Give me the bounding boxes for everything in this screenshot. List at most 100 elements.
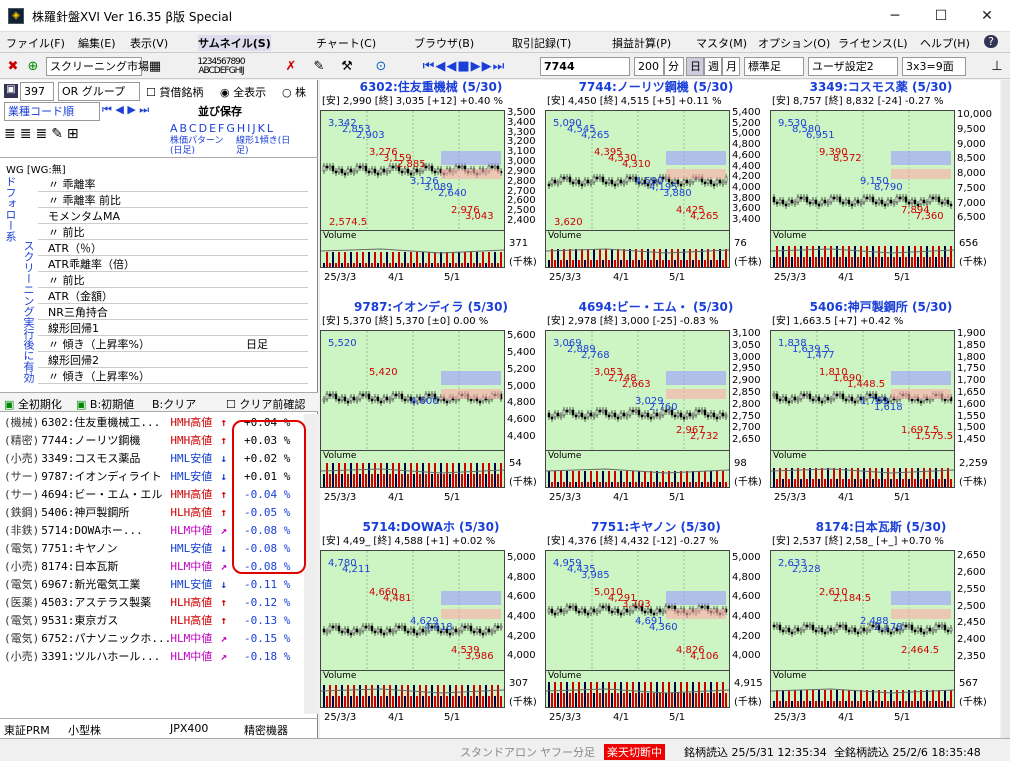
- chart-pane[interactable]: 6302:住友重機械 (5/30) [安] 2,990 [終] 3,035 [+1…: [320, 80, 542, 298]
- stock-list-row[interactable]: (医薬) 4503:アステラス製薬 HLH高値 ↑ -0.12 %: [4, 594, 290, 612]
- nav-arrows-icon[interactable]: ⏮ ◀ ▶ ⏭: [102, 103, 149, 117]
- indicator-item[interactable]: 〃 乖離率: [38, 176, 308, 192]
- menu-pnl[interactable]: 損益計算(P): [612, 35, 671, 51]
- grid-icon[interactable]: ▦: [146, 58, 164, 76]
- menu-file[interactable]: ファイル(F): [6, 35, 65, 51]
- indicator-item[interactable]: 〃 乖離率 前比: [38, 192, 308, 208]
- code-input[interactable]: 7744: [540, 57, 630, 76]
- pct-change: -0.15 %: [244, 632, 291, 645]
- indicator-item[interactable]: ATR（％）: [38, 240, 308, 256]
- market-select[interactable]: スクリーニング市場: [46, 57, 149, 76]
- column-letters[interactable]: ABCDEFGHIJKL: [170, 122, 275, 135]
- menu-help[interactable]: ヘルプ(H): [920, 35, 970, 51]
- chart-pane[interactable]: 5406:神戸製鋼所 (5/30) [安] 1,663.5 [+7] +0.42 …: [770, 300, 992, 518]
- close-button[interactable]: ✕: [964, 0, 1010, 32]
- tab-precision[interactable]: 精密機器: [244, 722, 288, 738]
- chart-info: [安] 2,537 [終] 2,58_ [+_] +0.70 %: [772, 536, 944, 547]
- stock-list-row[interactable]: (小売) 3391:ツルハホール... HLM中値 ↗ -0.18 %: [4, 648, 290, 666]
- mortgage-checkbox[interactable]: ☐ 貸借銘柄: [146, 84, 203, 100]
- save-order-button[interactable]: 並び保存: [198, 103, 242, 119]
- price-label: 2,640: [438, 188, 467, 199]
- chart-x-icon[interactable]: ✗: [282, 58, 300, 76]
- indicator-item[interactable]: ATR乖離率（倍）: [38, 256, 308, 272]
- chart-pane[interactable]: 5714:DOWAホ (5/30) [安] 4,49_ [終] 4,588 [+1…: [320, 520, 542, 738]
- chart-title[interactable]: 6302:住友重機械 (5/30): [320, 80, 542, 95]
- sort-select[interactable]: 業種コード順: [4, 102, 100, 121]
- maximize-button[interactable]: ☐: [918, 0, 964, 32]
- paint-icon[interactable]: ✎: [310, 58, 328, 76]
- stock-list-row[interactable]: (電気) 9531:東京ガス HLH高値 ↑ -0.13 %: [4, 612, 290, 630]
- stock-list-row[interactable]: (電気) 6752:パナソニックホ...HLM中値 ↗ -0.15 %: [4, 630, 290, 648]
- period-select[interactable]: 200: [634, 57, 664, 76]
- list-tools-icon[interactable]: ≣≣≣✎⊞: [4, 126, 83, 142]
- chart-pane[interactable]: 8174:日本瓦斯 (5/30) [安] 2,537 [終] 2,58_ [+_]…: [770, 520, 992, 738]
- help-icon[interactable]: ?: [984, 35, 998, 48]
- chart-pane[interactable]: 9787:イオンディラ (5/30) [安] 5,370 [終] 5,370 [±…: [320, 300, 542, 518]
- unit-select[interactable]: 分: [664, 57, 684, 76]
- y-tick-label: 1,550: [957, 410, 986, 422]
- clear-confirm-checkbox[interactable]: ☐ クリア前確認: [226, 396, 305, 412]
- chart-title[interactable]: 3349:コスモス薬 (5/30): [770, 80, 992, 95]
- chart-title[interactable]: 8174:日本瓦斯 (5/30): [770, 520, 992, 535]
- add-icon[interactable]: ⊕: [24, 58, 42, 76]
- indicator-item[interactable]: ATR（金額）: [38, 288, 308, 304]
- indicator-item[interactable]: 〃 傾き（上昇率%）: [38, 368, 308, 384]
- menu-master[interactable]: マスタ(M): [696, 35, 747, 51]
- tab-prm[interactable]: 東証PRM: [4, 722, 50, 738]
- menu-chart[interactable]: チャート(C): [316, 35, 376, 51]
- init-all-button[interactable]: ▣ 全初期化: [4, 396, 62, 412]
- group-select[interactable]: OR グループ: [58, 82, 140, 101]
- list-scrollbar[interactable]: [304, 414, 318, 714]
- chart-title[interactable]: 7744:ノーリツ鋼機 (5/30): [545, 80, 767, 95]
- menu-view[interactable]: 表示(V): [130, 35, 168, 51]
- menu-browser[interactable]: ブラウザ(B): [414, 35, 474, 51]
- indicator-item[interactable]: 線形回帰2: [38, 352, 308, 368]
- chart-title[interactable]: 5406:神戸製鋼所 (5/30): [770, 300, 992, 315]
- month-button[interactable]: 月: [722, 57, 740, 76]
- price-label: 2,464.5: [901, 645, 940, 656]
- chart-pane[interactable]: 4694:ビー・エム・ (5/30) [安] 2,978 [終] 3,000 [-…: [545, 300, 767, 518]
- indicator-item[interactable]: NR三角持合: [38, 304, 308, 320]
- tab-jpx400[interactable]: JPX400: [170, 722, 208, 735]
- menu-trade-record[interactable]: 取引記録(T): [512, 35, 571, 51]
- digit-alpha-keys[interactable]: 1234567890 ABCDEFGHIJ: [166, 58, 276, 76]
- chart-pane[interactable]: 3349:コスモス薬 (5/30) [安] 8,757 [終] 8,832 [-2…: [770, 80, 992, 298]
- tool-icon[interactable]: ⚒: [338, 58, 356, 76]
- day-button[interactable]: 日: [686, 57, 704, 76]
- clear-b-button[interactable]: B:クリア: [152, 396, 196, 412]
- indicator-item[interactable]: 〃 前比: [38, 224, 308, 240]
- volume-label: Volume: [548, 671, 582, 681]
- chart-title[interactable]: 4694:ビー・エム・ (5/30): [545, 300, 767, 315]
- pin-icon[interactable]: ⊥: [988, 58, 1006, 76]
- menu-thumbnail[interactable]: サムネイル(S): [198, 35, 271, 51]
- minimize-button[interactable]: ─: [872, 0, 918, 32]
- indicator-item[interactable]: 線形回帰1: [38, 320, 308, 336]
- save-icon[interactable]: ▣: [4, 84, 18, 98]
- init-b-button[interactable]: ▣ B:初期値: [76, 396, 134, 412]
- indicator-item[interactable]: 〃 前比: [38, 272, 308, 288]
- menu-option[interactable]: オプション(O): [758, 35, 830, 51]
- indicator-item[interactable]: モメンタムMA: [38, 208, 308, 224]
- week-button[interactable]: 週: [704, 57, 722, 76]
- globe-icon[interactable]: ⊙: [372, 58, 390, 76]
- candle-type-select[interactable]: 標準足: [744, 57, 804, 76]
- pct-change: -0.13 %: [244, 614, 291, 627]
- cancel-icon[interactable]: ✖: [4, 58, 22, 76]
- tab-small[interactable]: 小型株: [68, 722, 101, 738]
- menu-license[interactable]: ライセンス(L): [838, 35, 908, 51]
- stock-list-row[interactable]: (電気) 6967:新光電気工業 HML安値 ↓ -0.11 %: [4, 576, 290, 594]
- indicator-item[interactable]: 〃 傾き（上昇率%） 日足: [38, 336, 308, 352]
- grid-scrollbar[interactable]: [1002, 80, 1010, 738]
- wg-label[interactable]: WG [WG:無]: [6, 161, 66, 176]
- chart-title[interactable]: 9787:イオンディラ (5/30): [320, 300, 542, 315]
- user-setting-select[interactable]: ユーザ設定2: [808, 57, 898, 76]
- chart-title[interactable]: 5714:DOWAホ (5/30): [320, 520, 542, 535]
- chart-pane[interactable]: 7751:キヤノン (5/30) [安] 4,376 [終] 4,432 [-12…: [545, 520, 767, 738]
- volume-plot: Volume: [770, 670, 955, 708]
- chart-pane[interactable]: 7744:ノーリツ鋼機 (5/30) [安] 4,450 [終] 4,515 [+…: [545, 80, 767, 298]
- chart-title[interactable]: 7751:キヤノン (5/30): [545, 520, 767, 535]
- layout-select[interactable]: 3x3=9面: [902, 57, 966, 76]
- menu-edit[interactable]: 編集(E): [78, 35, 116, 51]
- show-all-radio[interactable]: ◉ 全表示: [220, 84, 266, 100]
- playback-controls[interactable]: ⏮◀◀■▶▶⏭: [408, 58, 520, 76]
